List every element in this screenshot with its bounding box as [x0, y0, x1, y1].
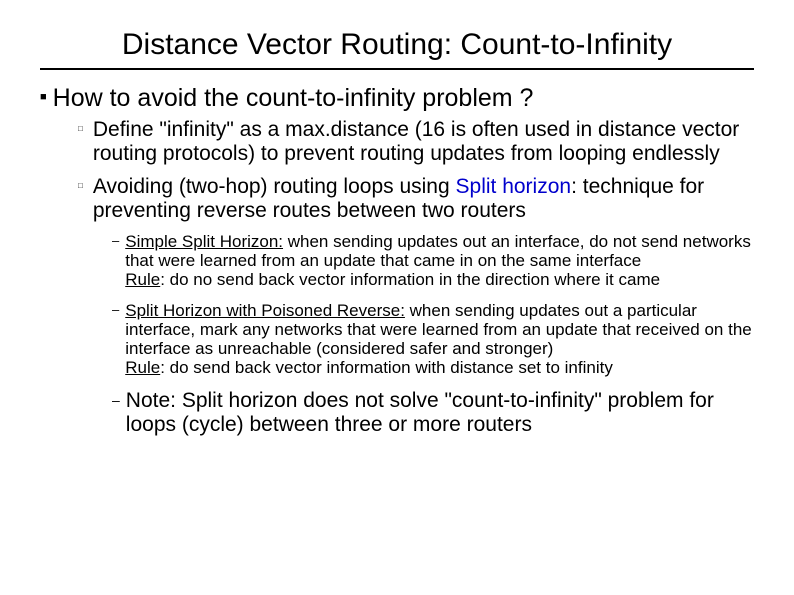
level3-item: – Split Horizon with Poisoned Reverse: w…	[112, 301, 754, 377]
rule-label: Rule	[125, 358, 160, 377]
slide: Distance Vector Routing: Count-to-Infini…	[0, 0, 794, 595]
note-body: Split horizon does not solve "count-to-i…	[126, 389, 714, 436]
rule-body: : do send back vector information with d…	[160, 358, 613, 377]
title-divider	[40, 68, 754, 70]
note-label: Note:	[126, 389, 182, 412]
link-text: Split horizon	[456, 175, 572, 198]
dash-bullet-icon: –	[112, 301, 119, 319]
dash-bullet-icon: –	[112, 232, 119, 250]
level3-note-item: – Note: Split horizon does not solve "co…	[112, 389, 754, 436]
level1-text: How to avoid the count-to-infinity probl…	[53, 84, 534, 112]
text-pre: Avoiding (two-hop) routing loops using	[93, 175, 456, 198]
level3-note-text: Note: Split horizon does not solve "coun…	[126, 389, 754, 436]
item-label: Simple Split Horizon:	[125, 232, 283, 251]
dash-bullet-icon: –	[112, 389, 120, 411]
level2-text: Define "infinity" as a max.distance (16 …	[93, 118, 754, 165]
item-label: Split Horizon with Poisoned Reverse:	[125, 301, 405, 320]
level2-item: □ Avoiding (two-hop) routing loops using…	[78, 175, 754, 222]
rule-body: : do no send back vector information in …	[160, 270, 660, 289]
level3-text: Split Horizon with Poisoned Reverse: whe…	[125, 301, 754, 377]
square-bullet-icon: ■	[40, 84, 47, 110]
slide-title: Distance Vector Routing: Count-to-Infini…	[40, 28, 754, 62]
rule-label: Rule	[125, 270, 160, 289]
hollow-square-bullet-icon: □	[78, 118, 83, 140]
level3-text: Simple Split Horizon: when sending updat…	[125, 232, 754, 289]
hollow-square-bullet-icon: □	[78, 175, 83, 197]
level1-item: ■ How to avoid the count-to-infinity pro…	[40, 84, 754, 112]
level2-item: □ Define "infinity" as a max.distance (1…	[78, 118, 754, 165]
level2-text: Avoiding (two-hop) routing loops using S…	[93, 175, 754, 222]
level3-item: – Simple Split Horizon: when sending upd…	[112, 232, 754, 289]
